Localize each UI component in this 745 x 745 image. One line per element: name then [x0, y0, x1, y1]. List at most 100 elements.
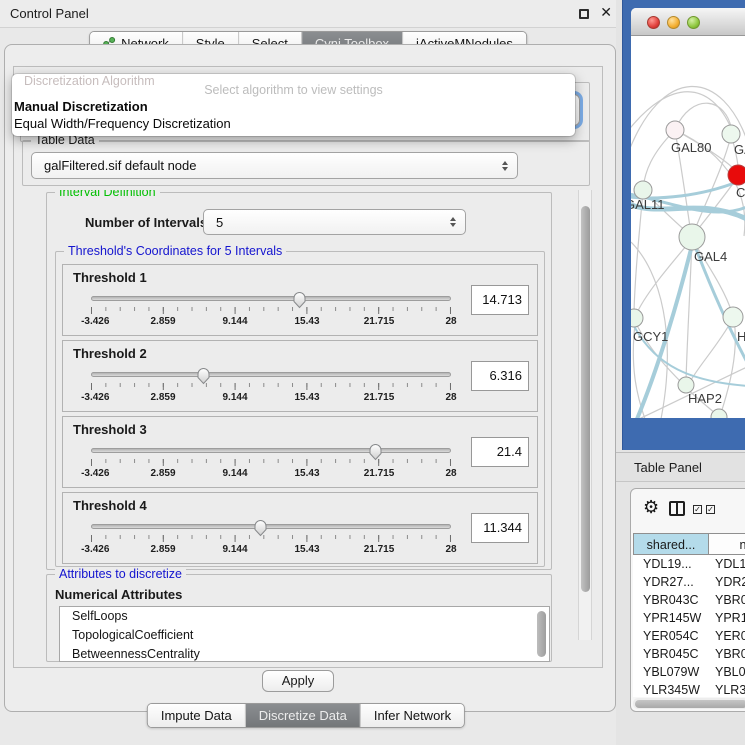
scrollbar-thumb[interactable]	[635, 700, 745, 708]
slider-major-ticks	[91, 383, 451, 390]
table-row[interactable]: YBL079WYBL0	[633, 663, 745, 681]
table-cell: YDR27...	[633, 573, 709, 591]
interval-definition-title: Interval Definition	[55, 190, 160, 200]
slider-handle-icon[interactable]	[367, 441, 384, 461]
network-edge[interactable]	[695, 178, 737, 233]
tab-infer-network[interactable]: Infer Network	[360, 704, 464, 727]
dropdown-option-equal-width[interactable]: Equal Width/Frequency Discretization	[14, 116, 231, 131]
node-label: GCY1	[633, 329, 668, 344]
table-header-row: shared...na	[633, 533, 745, 555]
number-of-intervals-combobox[interactable]: 5	[203, 209, 466, 235]
checkbox-icon[interactable]: ✓	[706, 505, 715, 514]
float-window-icon[interactable]	[579, 9, 589, 19]
slider-handle-icon[interactable]	[252, 517, 269, 537]
network-node[interactable]	[711, 409, 727, 418]
node-label: C	[736, 185, 745, 200]
network-graph[interactable]: GAL80GACGAL11GAL4GCY1HHAP2	[631, 36, 745, 418]
attributes-group-title: Attributes to discretize	[55, 567, 186, 582]
table-cell: YBR0	[709, 645, 745, 663]
close-traffic-light-icon[interactable]	[647, 16, 660, 29]
table-cell: YBR0	[709, 591, 745, 609]
table-row[interactable]: YBR043CYBR0	[633, 591, 745, 609]
slider-handle-icon[interactable]	[291, 289, 308, 309]
network-node[interactable]	[666, 121, 684, 139]
threshold-value-field[interactable]: 21.4	[471, 437, 529, 467]
table-cell: YDR2	[709, 573, 745, 591]
threshold-value-field[interactable]: 6.316	[471, 361, 529, 391]
slider-tick-labels: -3.4262.8599.14415.4321.71528	[91, 468, 451, 480]
scrollbar-thumb[interactable]	[581, 206, 590, 592]
threshold-label: Threshold 2	[73, 346, 147, 361]
tick-label: -3.426	[81, 468, 109, 479]
combo-stepper-icon	[450, 217, 456, 227]
column-header[interactable]: na	[709, 533, 745, 555]
dropdown-option-manual[interactable]: Manual Discretization	[14, 99, 148, 114]
tick-label: 21.715	[364, 316, 395, 327]
tick-label: 28	[445, 392, 456, 403]
threshold-value-field[interactable]: 14.713	[471, 285, 529, 315]
slider-track	[91, 296, 451, 301]
tick-label: 2.859	[150, 468, 175, 479]
threshold-slider[interactable]: -3.4262.8599.14415.4321.71528	[91, 515, 451, 563]
table-cell: YLR345W	[633, 681, 709, 697]
gear-icon[interactable]: ⚙	[643, 497, 659, 518]
slider-major-ticks	[91, 535, 451, 542]
minimize-traffic-light-icon[interactable]	[667, 16, 680, 29]
threshold-label: Threshold 4	[73, 498, 147, 513]
table-row[interactable]: YPR145WYPR1	[633, 609, 745, 627]
thresholds-group-title: Threshold's Coordinates for 5 Intervals	[64, 244, 286, 259]
column-header[interactable]: shared...	[633, 533, 709, 555]
network-window-frame: GAL80GACGAL11GAL4GCY1HHAP2	[622, 0, 745, 450]
list-item[interactable]: SelfLoops	[60, 607, 549, 626]
node-table: ⚙ ✓ ✓ shared...na YDL19...YDL1YDR27...YD…	[630, 488, 745, 712]
table-cell: YBR043C	[633, 591, 709, 609]
threshold-slider[interactable]: -3.4262.8599.14415.4321.71528	[91, 363, 451, 411]
table-row[interactable]: YDL19...YDL1	[633, 555, 745, 573]
tick-label: 15.43	[294, 316, 319, 327]
network-node[interactable]	[679, 224, 705, 250]
table-row[interactable]: YDR27...YDR2	[633, 573, 745, 591]
threshold-slider[interactable]: -3.4262.8599.14415.4321.71528	[91, 287, 451, 335]
columns-icon[interactable]	[669, 501, 685, 516]
panel-vertical-scrollbar[interactable]	[578, 190, 592, 640]
list-scrollbar[interactable]	[537, 611, 546, 657]
apply-button[interactable]: Apply	[262, 670, 334, 692]
number-of-intervals-value: 5	[216, 215, 223, 230]
checkbox-icon[interactable]: ✓	[693, 505, 702, 514]
zoom-traffic-light-icon[interactable]	[687, 16, 700, 29]
list-item[interactable]: BetweennessCentrality	[60, 645, 549, 662]
network-node[interactable]	[631, 309, 643, 327]
network-edge[interactable]	[690, 320, 732, 382]
table-panel-header: Table Panel	[616, 452, 745, 482]
table-row[interactable]: YLR345WYLR3	[633, 681, 745, 697]
table-row[interactable]: YER054CYER0	[633, 627, 745, 645]
table-cell: YPR145W	[633, 609, 709, 627]
table-row[interactable]: YBR045CYBR0	[633, 645, 745, 663]
close-icon[interactable]: ✕	[600, 4, 612, 21]
panel-title: Control Panel	[10, 0, 89, 28]
slider-tick-labels: -3.4262.8599.14415.4321.71528	[91, 544, 451, 556]
bottom-tab-bar: Impute DataDiscretize DataInfer Network	[147, 703, 465, 728]
tick-label: 9.144	[222, 468, 247, 479]
numerical-attributes-list[interactable]: SelfLoopsTopologicalCoefficientBetweenne…	[59, 606, 550, 662]
tab-discretize-data[interactable]: Discretize Data	[245, 704, 360, 727]
tick-label: 15.43	[294, 392, 319, 403]
table-cell: YPR1	[709, 609, 745, 627]
combo-stepper-icon	[502, 161, 508, 171]
table-body: YDL19...YDL1YDR27...YDR2YBR043CYBR0YPR14…	[633, 555, 745, 697]
slider-handle-icon[interactable]	[195, 365, 212, 385]
network-node[interactable]	[722, 125, 740, 143]
network-node[interactable]	[723, 307, 743, 327]
tick-label: -3.426	[81, 392, 109, 403]
network-view[interactable]: GAL80GACGAL11GAL4GCY1HHAP2	[631, 8, 745, 418]
table-horizontal-scrollbar[interactable]	[633, 698, 745, 709]
threshold-slider[interactable]: -3.4262.8599.14415.4321.71528	[91, 439, 451, 487]
threshold-value-field[interactable]: 11.344	[471, 513, 529, 543]
threshold-panel: Threshold 1-3.4262.8599.14415.4321.71528…	[62, 264, 538, 336]
network-edge[interactable]	[643, 130, 675, 188]
network-node[interactable]	[728, 165, 745, 185]
slider-tick-labels: -3.4262.8599.14415.4321.71528	[91, 316, 451, 328]
table-data-combobox[interactable]: galFiltered.sif default node	[31, 152, 518, 179]
list-item[interactable]: TopologicalCoefficient	[60, 626, 549, 645]
tab-impute-data[interactable]: Impute Data	[148, 704, 245, 727]
